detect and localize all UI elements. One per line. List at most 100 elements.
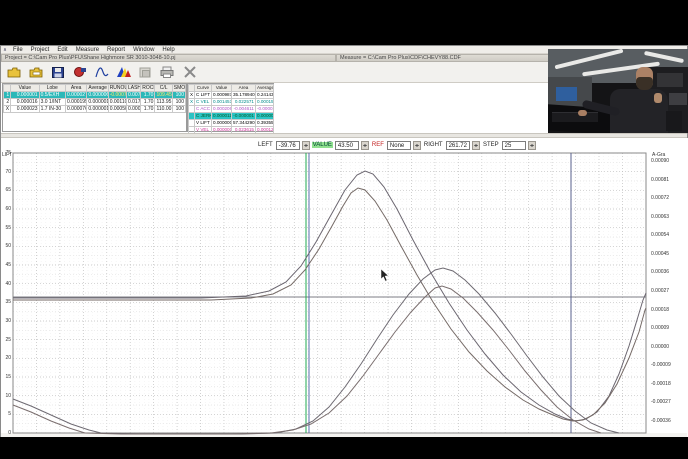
left-field[interactable]: -39.76 [275, 140, 300, 150]
right-tick: 0.00072 [651, 195, 670, 202]
chair-armrest [666, 111, 682, 131]
cell: 1 [2, 91, 12, 99]
left-tick: 25 [5, 336, 11, 343]
column-header[interactable] [2, 84, 12, 92]
column-header[interactable]: Lobe [38, 84, 67, 92]
column-header[interactable]: SMOOTH [171, 84, 187, 92]
webcam-overlay [548, 49, 688, 133]
right-tick: -0.00009 [651, 362, 671, 369]
lift-acceleration-chart[interactable] [1, 138, 688, 438]
menu-item-project[interactable]: Project [27, 47, 54, 53]
curve-icon[interactable] [93, 65, 110, 80]
column-header[interactable]: Area [64, 84, 88, 92]
cell: 0.000027 [64, 91, 88, 99]
report-icon[interactable] [115, 65, 132, 80]
left-label: LEFT [258, 142, 273, 148]
column-header[interactable]: Average [255, 84, 274, 92]
cell: 0.000206 [211, 105, 232, 113]
value-spinner[interactable] [360, 140, 369, 150]
right-tick: -0.00036 [651, 418, 671, 424]
cell: 0.000157 [255, 98, 274, 106]
column-header[interactable]: Value [211, 84, 232, 92]
cell: -0.000032 [255, 105, 274, 113]
cam-pro-plus-window: ∧ File Project Edit Measure Report Window Help… [0, 45, 688, 438]
cell: 3.0 1/INT [38, 98, 67, 106]
lobe-table-panel: ValueLobeAreaAverageRUNOUTLASHROCKERC/LS… [2, 83, 187, 132]
step-field[interactable]: 25 [501, 140, 526, 150]
right-tick: 0.00027 [651, 288, 670, 294]
cell: 0.001453 [211, 98, 232, 106]
curve-table-row[interactable]: C ACC0.000206-0.004611-0.000032 [188, 105, 274, 113]
column-header[interactable]: ROCKER [140, 84, 156, 92]
open-measure-folder-icon[interactable] [27, 65, 44, 80]
cell: C VEL [194, 98, 212, 106]
menu-item-window[interactable]: Window [129, 47, 158, 53]
letterbox-bottom [0, 437, 688, 459]
cell: 0.000011 [211, 112, 232, 120]
project-window-titlebar[interactable]: Project = C:\Cam Pro Plus\PFU\Shane High… [1, 54, 337, 62]
step-spinner[interactable] [527, 140, 536, 150]
cell: 110.00 [154, 105, 173, 113]
cell: 57.344290 [231, 119, 256, 127]
person-gesturing-hand [654, 93, 662, 103]
lobe-table-row[interactable]: 10.0000010.5/EXH0.0000270.000006-0.00075… [2, 91, 187, 99]
column-header[interactable]: Value [10, 84, 40, 92]
left-tick: 10 [5, 392, 11, 399]
cell: 0.000001 [86, 98, 109, 106]
lobe-table-row[interactable]: X 0.000023 1.7 IN-30 0.000076 0.000001 0.0005… [2, 105, 187, 113]
cell: 109.45 [154, 91, 173, 99]
print-icon[interactable] [159, 65, 176, 80]
menu-item-help[interactable]: Help [158, 47, 178, 53]
ref-label: REF [371, 142, 384, 148]
curve-table-row[interactable]: XC VEL0.0014530.0225710.000157 [188, 98, 274, 106]
value-field[interactable]: 43.50 [334, 140, 359, 150]
delete-icon[interactable] [181, 65, 198, 80]
right-tick: -0.00018 [651, 380, 671, 387]
cell: 0.00050 [107, 105, 127, 113]
curve-table-row[interactable]: V LIFT0.00000057.3442900.393551 [188, 119, 274, 127]
menu-item-measure[interactable]: Measure [72, 47, 103, 53]
right-tick: 0.00090 [651, 158, 670, 164]
overlay-icon[interactable] [137, 65, 154, 80]
cell: 0.000000 [211, 119, 232, 127]
ref-spinner[interactable] [412, 140, 421, 150]
column-header[interactable]: Curve [194, 84, 212, 92]
lobe-table: ValueLobeAreaAverageRUNOUTLASHROCKERC/LS… [2, 84, 187, 113]
right-tick: 0.00018 [651, 306, 670, 313]
left-tick: 65 [5, 187, 11, 194]
left-spinner[interactable] [301, 140, 310, 150]
menu-item-file[interactable]: File [9, 47, 27, 53]
cell: 0.5/EXH [38, 91, 67, 99]
cell: 100 [171, 91, 187, 99]
menu-item-edit[interactable]: Edit [53, 47, 71, 53]
cell: X [2, 105, 12, 113]
system-menu-icon[interactable]: ∧ [1, 47, 9, 53]
column-header[interactable]: Average [86, 84, 109, 92]
measure-icon[interactable] [71, 65, 88, 80]
cell: 0.393551 [255, 119, 274, 127]
column-header[interactable]: Area [231, 84, 256, 92]
cell: V LIFT [194, 119, 212, 127]
left-tick: 50 [5, 243, 11, 250]
cell: 0.0000 [125, 105, 142, 113]
column-header[interactable]: C/L [154, 84, 173, 92]
save-icon[interactable] [49, 65, 66, 80]
lobe-table-row[interactable]: 2 0.000016 3.0 1/INT 0.000195 0.000001 0.0011… [2, 98, 187, 106]
ref-field[interactable]: None [386, 140, 411, 150]
cell: C JERK [194, 112, 212, 120]
right-tick: 0.00081 [651, 176, 670, 183]
right-spinner[interactable] [471, 140, 480, 150]
cell: 0.00110 [107, 98, 127, 106]
right-field[interactable]: 261.72 [445, 140, 470, 150]
curve-table-row[interactable]: C JERK0.000011-0.0000010.000002 [188, 112, 274, 120]
cell: 1.70 [140, 105, 156, 113]
right-tick: 0.00009 [651, 325, 670, 332]
left-tick: 55 [5, 224, 11, 231]
column-header[interactable]: LASH [125, 84, 142, 92]
cell: 0.0075 [125, 91, 142, 99]
menu-item-report[interactable]: Report [103, 47, 129, 53]
curve-table-row[interactable]: XC LIFT0.00098735.1789400.241431 [188, 91, 274, 99]
cell: 0.0170 [125, 98, 142, 106]
open-project-folder-icon[interactable] [5, 65, 22, 80]
column-header[interactable]: RUNOUT [107, 84, 127, 92]
